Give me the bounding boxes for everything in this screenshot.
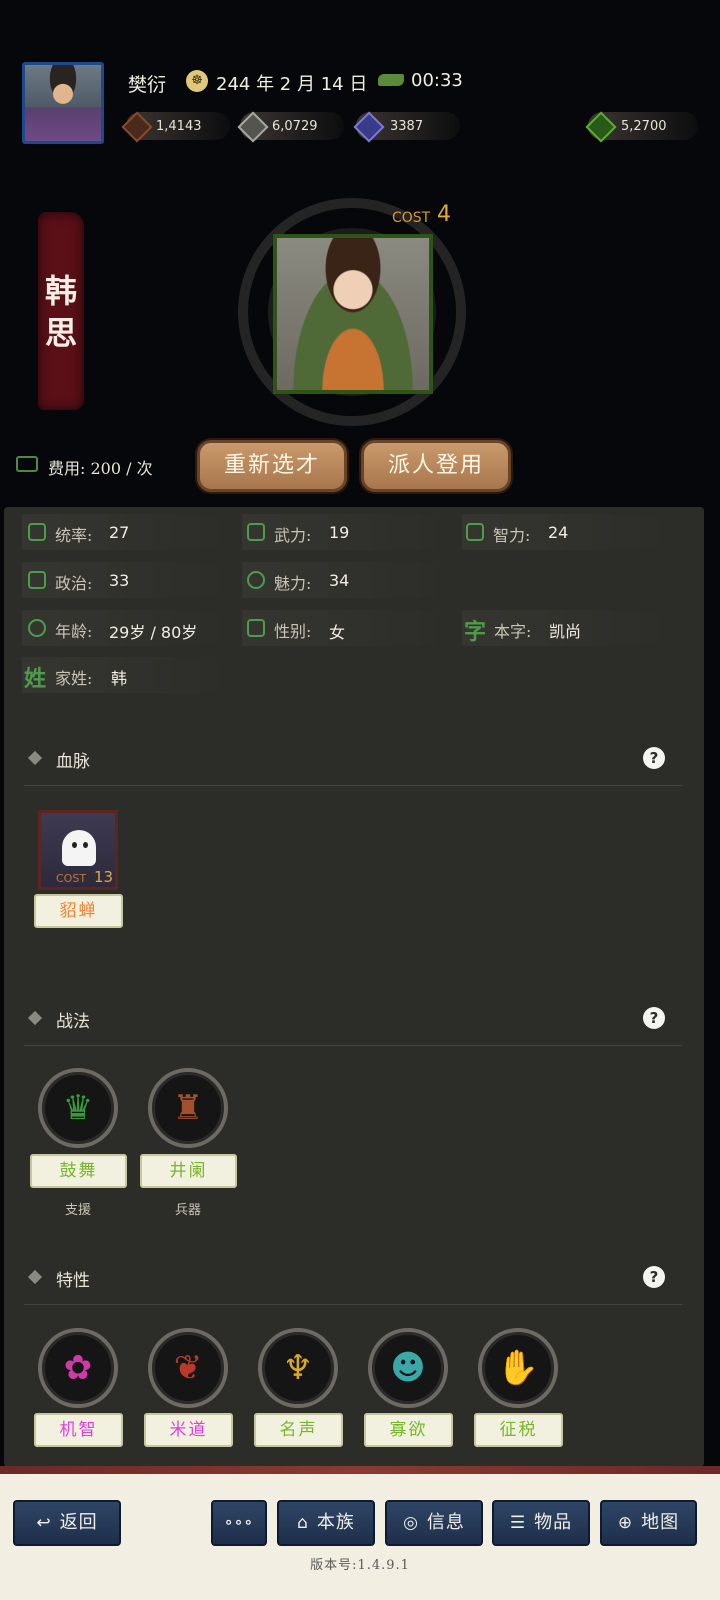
trait-name[interactable]: 寡欲 — [364, 1413, 453, 1447]
hero-name-char-1: 韩 — [44, 272, 77, 310]
stat-value: 凯尚 — [549, 622, 582, 641]
stat-value: 女 — [329, 623, 346, 642]
section-title-traits: 特性 — [56, 1271, 90, 1291]
calendar-icon: ☸ — [186, 70, 208, 92]
stat-label: 本字: — [494, 622, 532, 641]
tactics-help-button[interactable]: ? — [643, 1007, 665, 1029]
recruit-button[interactable]: 派人登用 — [361, 440, 511, 492]
game-time: 00:33 — [411, 70, 463, 91]
divider — [24, 785, 682, 786]
card-cost-label: COST — [56, 872, 87, 885]
more-button[interactable]: ∘∘∘ — [211, 1500, 267, 1546]
back-button[interactable]: ↩ 返回 — [13, 1500, 121, 1546]
recruit-fee: 费用: 200 / 次 — [48, 459, 153, 478]
resource-troops-value: 3387 — [390, 119, 424, 134]
house-icon: ⌂ — [297, 1513, 309, 1533]
player-avatar[interactable] — [22, 62, 104, 144]
flag-icon — [28, 523, 46, 541]
bloodline-name-tag[interactable]: 貂蝉 — [34, 894, 123, 928]
items-button[interactable]: ☰ 物品 — [492, 1500, 590, 1546]
stat-label: 智力: — [493, 526, 531, 545]
globe-icon: ⊕ — [617, 1513, 634, 1533]
resource-coin-value: 1,4143 — [156, 119, 202, 134]
stat-value: 韩 — [111, 669, 128, 688]
version-number: 版本号:1.4.9.1 — [310, 1558, 410, 1573]
ghost-eye — [72, 842, 77, 848]
bottom-bar-trim — [0, 1466, 720, 1474]
traits-help-button[interactable]: ? — [643, 1266, 665, 1288]
stat-label: 武力: — [274, 526, 312, 545]
hero-name-char-2: 思 — [44, 314, 77, 352]
trait-name[interactable]: 机智 — [34, 1413, 123, 1447]
card-cost-value: 13 — [94, 868, 114, 886]
player-name: 樊衍 — [128, 74, 167, 96]
section-title-tactics: 战法 — [56, 1012, 90, 1032]
stat-value: 24 — [548, 523, 569, 542]
cost-label: COST — [392, 210, 431, 226]
hero-portrait — [273, 234, 433, 394]
trait-name[interactable]: 征税 — [474, 1413, 563, 1447]
map-label: 地图 — [641, 1512, 680, 1533]
arm-icon — [247, 523, 265, 541]
stat-label: 性别: — [274, 622, 312, 641]
stat-label: 年龄: — [55, 622, 93, 641]
tax-icon: ✋ — [496, 1348, 540, 1388]
govern-icon — [28, 571, 46, 589]
gender-icon — [247, 619, 265, 637]
eye-icon — [247, 571, 265, 589]
stat-label: 统率: — [55, 526, 93, 545]
stat-label: 家姓: — [55, 669, 93, 688]
items-icon: ☰ — [509, 1513, 527, 1533]
stat-value: 19 — [329, 523, 350, 542]
stat-value: 34 — [329, 571, 350, 590]
stat-label: 政治: — [55, 574, 93, 593]
info-label: 信息 — [426, 1512, 465, 1533]
more-icon: ∘∘∘ — [224, 1512, 254, 1533]
money-icon — [16, 456, 38, 472]
clan-button[interactable]: ⌂ 本族 — [277, 1500, 375, 1546]
resource-money-value: 5,2700 — [621, 119, 667, 134]
stat-value: 27 — [109, 523, 130, 542]
brain-icon — [466, 523, 484, 541]
tactic-type: 支援 — [64, 1203, 91, 1218]
xing-icon: 姓 — [24, 666, 47, 692]
tactic-name[interactable]: 鼓舞 — [30, 1154, 127, 1188]
fame-icon: ♆ — [282, 1348, 314, 1388]
meditate-icon: ☻ — [390, 1348, 426, 1388]
rice-icon: ❦ — [173, 1348, 203, 1388]
section-title-bloodline: 血脉 — [56, 752, 90, 772]
divider — [24, 1304, 682, 1305]
wit-icon: ✿ — [63, 1348, 93, 1388]
stat-value: 33 — [109, 571, 130, 590]
drum-dance-icon: ♛ — [62, 1088, 94, 1128]
chat-bubble-icon: ◎ — [403, 1513, 419, 1533]
clan-label: 本族 — [316, 1512, 355, 1533]
ghost-eye — [83, 842, 88, 848]
reselect-button[interactable]: 重新选才 — [197, 440, 347, 492]
hero-info-panel — [4, 507, 704, 1467]
bloodline-help-button[interactable]: ? — [643, 747, 665, 769]
ghost-icon — [62, 830, 96, 866]
stat-value: 29岁 / 80岁 — [109, 623, 198, 642]
items-label: 物品 — [534, 1512, 573, 1533]
trait-name[interactable]: 名声 — [254, 1413, 343, 1447]
tower-icon: ♜ — [172, 1088, 204, 1128]
age-icon — [28, 619, 46, 637]
game-date: 244 年 2 月 14 日 — [216, 74, 368, 95]
zi-icon: 字 — [464, 619, 487, 645]
clock-icon — [378, 74, 404, 86]
back-arrow-icon: ↩ — [36, 1513, 52, 1533]
back-label: 返回 — [59, 1512, 98, 1533]
info-button[interactable]: ◎ 信息 — [385, 1500, 483, 1546]
map-button[interactable]: ⊕ 地图 — [600, 1500, 697, 1546]
tactic-name[interactable]: 井阑 — [140, 1154, 237, 1188]
stat-label: 魅力: — [274, 574, 312, 593]
tactic-type: 兵器 — [174, 1203, 201, 1218]
cost-value: 4 — [437, 202, 451, 227]
trait-name[interactable]: 米道 — [144, 1413, 233, 1447]
resource-grain-value: 6,0729 — [272, 119, 318, 134]
divider — [24, 1045, 682, 1046]
